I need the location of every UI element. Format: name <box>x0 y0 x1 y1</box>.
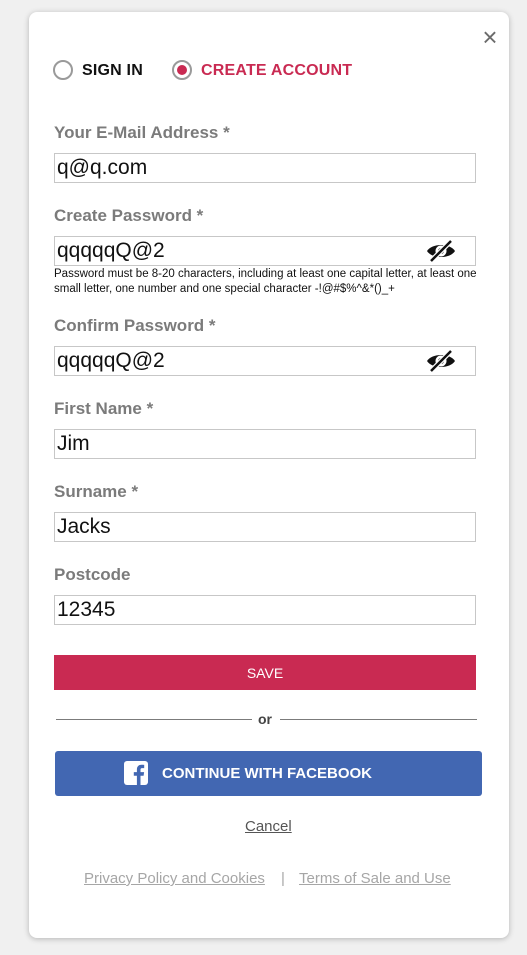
confirm-password-field[interactable] <box>54 346 476 376</box>
create-password-field[interactable] <box>54 236 476 266</box>
first-name-field[interactable] <box>54 429 476 459</box>
save-button[interactable]: SAVE <box>54 655 476 690</box>
create-account-dialog: × SIGN IN CREATE ACCOUNT Your E-Mail Add… <box>29 12 509 938</box>
radio-unchecked-icon[interactable] <box>53 60 73 80</box>
create-password-label: Create Password * <box>54 206 204 225</box>
postcode-label: Postcode <box>54 565 131 584</box>
eye-slash-icon[interactable] <box>425 349 457 373</box>
divider-left <box>56 719 252 720</box>
eye-slash-icon[interactable] <box>425 239 457 263</box>
continue-with-facebook-button[interactable]: CONTINUE WITH FACEBOOK <box>55 751 482 796</box>
close-icon[interactable]: × <box>481 24 499 50</box>
first-name-label: First Name * <box>54 399 154 418</box>
sign-in-radio[interactable]: SIGN IN <box>53 60 173 80</box>
create-account-radio[interactable]: CREATE ACCOUNT <box>172 60 372 80</box>
surname-label: Surname * <box>54 482 139 501</box>
postcode-field[interactable] <box>54 595 476 625</box>
or-divider-label: or <box>258 711 272 727</box>
cancel-link[interactable]: Cancel <box>245 818 292 835</box>
facebook-icon <box>124 761 148 785</box>
sign-in-label: SIGN IN <box>82 62 143 79</box>
email-field[interactable] <box>54 153 476 183</box>
privacy-policy-link[interactable]: Privacy Policy and Cookies <box>84 870 265 887</box>
divider-right <box>280 719 477 720</box>
surname-field[interactable] <box>54 512 476 542</box>
radio-checked-icon[interactable] <box>172 60 192 80</box>
facebook-button-label: CONTINUE WITH FACEBOOK <box>162 765 372 782</box>
create-account-label: CREATE ACCOUNT <box>201 62 353 79</box>
terms-of-sale-link[interactable]: Terms of Sale and Use <box>299 870 451 887</box>
confirm-password-label: Confirm Password * <box>54 316 216 335</box>
password-requirements-hint: Password must be 8-20 characters, includ… <box>54 268 477 295</box>
email-label: Your E-Mail Address * <box>54 123 230 142</box>
footer-separator: | <box>281 870 285 887</box>
